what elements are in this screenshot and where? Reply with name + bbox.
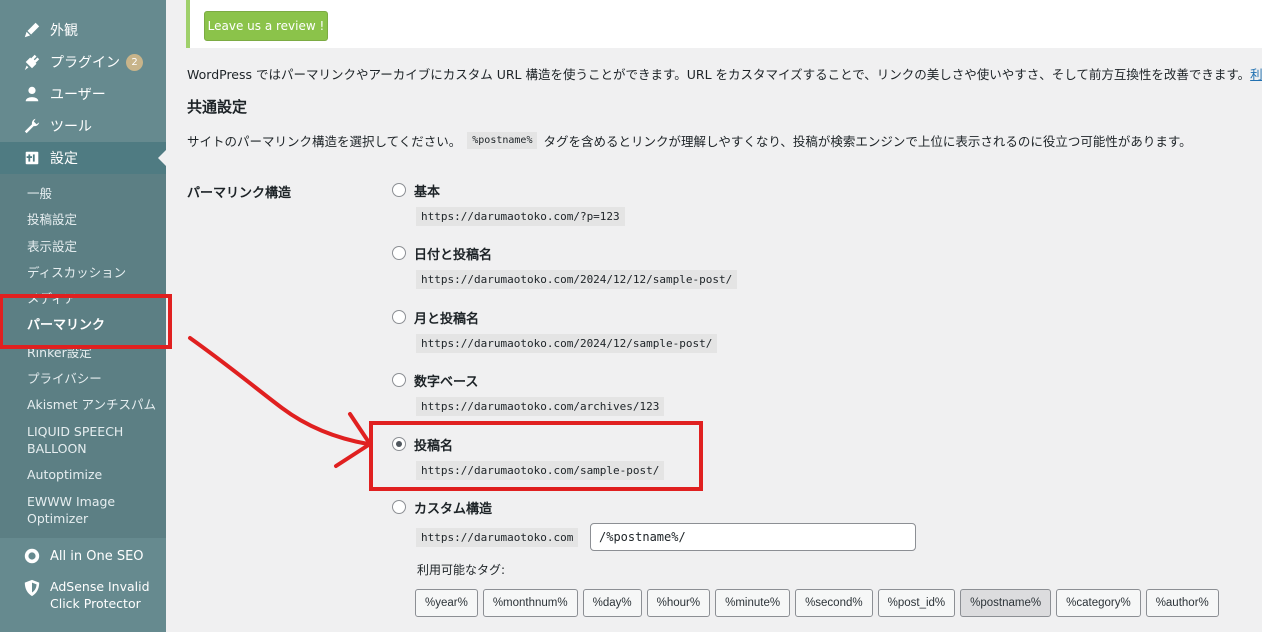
radio-numeric[interactable] — [392, 373, 406, 387]
settings-submenu: 一般 投稿設定 表示設定 ディスカッション メディア パーマリンク Rinker… — [0, 174, 166, 538]
radio-plain[interactable] — [392, 183, 406, 197]
intro-link[interactable]: 利用でき — [1250, 67, 1262, 82]
postname-tag-code: %postname% — [467, 132, 538, 149]
menu-item-aioseo[interactable]: All in One SEO — [0, 540, 166, 572]
menu-item-appearance[interactable]: 外観 — [0, 14, 166, 46]
option-plain: 基本 https://darumaotoko.com/?p=123 — [392, 181, 625, 226]
tag-button-author[interactable]: %author% — [1145, 589, 1219, 617]
menu-label: 外観 — [50, 23, 78, 39]
tag-button-post-id[interactable]: %post_id% — [877, 589, 956, 617]
plugin-icon — [22, 52, 42, 72]
menu-label: 設定 — [50, 151, 78, 167]
wrench-icon — [22, 116, 42, 136]
tag-button-year[interactable]: %year% — [415, 589, 478, 617]
tag-button-postname[interactable]: %postname% — [960, 589, 1052, 617]
submenu-rinker[interactable]: Rinker設定 — [27, 344, 92, 361]
menu-label: プラグイン — [50, 55, 120, 71]
available-tags: %year% %monthnum% %day% %hour% %minute% … — [415, 589, 1219, 617]
menu-item-tools[interactable]: ツール — [0, 110, 166, 142]
menu-item-users[interactable]: ユーザー — [0, 78, 166, 110]
menu-label: All in One SEO — [50, 548, 144, 564]
submenu-permalink[interactable]: パーマリンク — [27, 317, 105, 334]
admin-sidebar: 外観 プラグイン 2 ユーザー ツール 設定 一般 投稿設定 表示設定 ディスカ… — [0, 0, 166, 632]
custom-structure-input[interactable]: /%postname%/ — [590, 523, 916, 551]
tag-button-monthnum[interactable]: %monthnum% — [482, 589, 578, 617]
menu-label: AdSense Invalid Click Protector — [50, 579, 150, 611]
option-label[interactable]: カスタム構造 — [414, 498, 492, 517]
option-day-name: 日付と投稿名 https://darumaotoko.com/2024/12/1… — [392, 244, 738, 289]
aioseo-icon — [22, 546, 42, 566]
paintbrush-icon — [22, 20, 42, 40]
review-notice: Leave us a review ! — [186, 0, 1262, 48]
radio-post-name[interactable] — [392, 437, 406, 451]
section-title: 共通設定 — [187, 98, 248, 116]
submenu-discussion[interactable]: ディスカッション — [27, 264, 126, 281]
option-example: https://darumaotoko.com/2024/12/12/sampl… — [416, 270, 738, 289]
option-label[interactable]: 数字ベース — [414, 371, 478, 390]
permalink-structure-label: パーマリンク構造 — [187, 186, 292, 201]
settings-icon — [22, 148, 42, 168]
custom-prefix-code: https://darumaotoko.com — [416, 528, 579, 547]
option-month-name: 月と投稿名 https://darumaotoko.com/2024/12/sa… — [392, 308, 718, 353]
option-example: https://darumaotoko.com/?p=123 — [416, 207, 625, 226]
tag-button-category[interactable]: %category% — [1056, 589, 1141, 617]
main-content: Leave us a review ! WordPress ではパーマリンクやア… — [166, 0, 1262, 632]
submenu-writing[interactable]: 投稿設定 — [27, 211, 77, 228]
menu-label: ツール — [50, 119, 92, 135]
submenu-reading[interactable]: 表示設定 — [27, 238, 77, 255]
option-numeric: 数字ベース https://darumaotoko.com/archives/1… — [392, 371, 665, 416]
radio-custom[interactable] — [392, 500, 406, 514]
user-icon — [22, 84, 42, 104]
option-custom: カスタム構造 — [392, 498, 492, 517]
desc-after: タグを含めるとリンクが理解しやすくなり、投稿が検索エンジンで上位に表示されるのに… — [543, 134, 1192, 149]
submenu-autoptimize[interactable]: Autoptimize — [27, 466, 102, 483]
option-post-name: 投稿名 https://darumaotoko.com/sample-post/ — [392, 435, 665, 480]
submenu-ewww[interactable]: EWWW Image Optimizer — [27, 493, 117, 527]
intro-text: WordPress ではパーマリンクやアーカイブにカスタム URL 構造を使うこ… — [187, 64, 1262, 83]
intro-description: WordPress ではパーマリンクやアーカイブにカスタム URL 構造を使うこ… — [187, 67, 1251, 82]
tag-button-second[interactable]: %second% — [795, 589, 873, 617]
option-label[interactable]: 日付と投稿名 — [414, 244, 492, 263]
submenu-general[interactable]: 一般 — [27, 185, 52, 202]
update-count-badge: 2 — [126, 53, 143, 71]
radio-month-name[interactable] — [392, 310, 406, 324]
option-example: https://darumaotoko.com/2024/12/sample-p… — [416, 334, 718, 353]
radio-day-name[interactable] — [392, 246, 406, 260]
leave-review-button[interactable]: Leave us a review ! — [204, 11, 328, 41]
option-label[interactable]: 投稿名 — [414, 435, 453, 454]
option-example: https://darumaotoko.com/archives/123 — [416, 397, 665, 416]
desc-before: サイトのパーマリンク構造を選択してください。 — [187, 134, 462, 149]
tag-button-day[interactable]: %day% — [582, 589, 642, 617]
submenu-akismet[interactable]: Akismet アンチスパム — [27, 396, 156, 413]
option-label[interactable]: 基本 — [414, 181, 440, 200]
submenu-liquid-speech-balloon[interactable]: LIQUID SPEECH BALLOON — [27, 423, 127, 457]
available-tags-label: 利用可能なタグ: — [417, 563, 506, 577]
shield-icon — [22, 578, 42, 598]
menu-label: ユーザー — [50, 87, 106, 103]
submenu-media[interactable]: メディア — [27, 290, 76, 307]
menu-item-plugins[interactable]: プラグイン 2 — [0, 46, 166, 78]
menu-item-adsense-protector[interactable]: AdSense Invalid Click Protector — [0, 578, 166, 618]
submenu-privacy[interactable]: プライバシー — [27, 370, 102, 387]
option-label[interactable]: 月と投稿名 — [414, 308, 479, 327]
tag-button-minute[interactable]: %minute% — [715, 589, 791, 617]
section-description: サイトのパーマリンク構造を選択してください。 %postname% タグを含める… — [187, 131, 1192, 150]
menu-item-settings[interactable]: 設定 — [0, 142, 166, 174]
tag-button-hour[interactable]: %hour% — [646, 589, 711, 617]
option-example: https://darumaotoko.com/sample-post/ — [416, 461, 665, 480]
